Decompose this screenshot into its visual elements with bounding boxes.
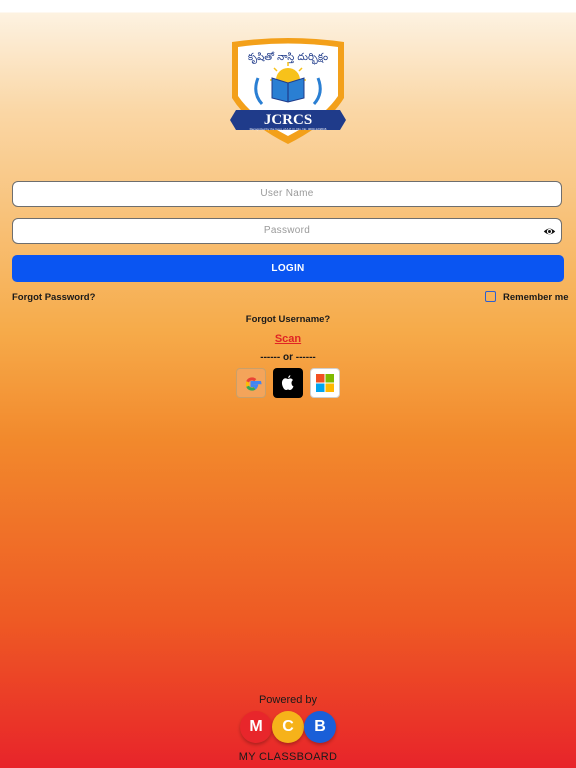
apple-icon bbox=[281, 375, 294, 390]
microsoft-signin-button[interactable] bbox=[310, 368, 340, 398]
show-password-eye-icon[interactable] bbox=[543, 225, 556, 238]
forgot-username-link[interactable]: Forgot Username? bbox=[0, 314, 576, 325]
logo-subtitle: Recognized by the Govt. of A.P. D. Dis. … bbox=[250, 127, 327, 131]
school-logo: కృషితో నాస్తి దుర్భిక్షం JCRCS Recognize… bbox=[228, 38, 348, 146]
login-button[interactable]: LOGIN bbox=[12, 255, 564, 282]
password-input[interactable]: Password bbox=[12, 218, 562, 244]
powered-by-label: Powered by bbox=[258, 694, 318, 706]
google-icon bbox=[245, 377, 262, 391]
brand-name: MY CLASSBOARD bbox=[238, 751, 338, 763]
microsoft-icon bbox=[316, 374, 334, 392]
or-divider: ------ or ------ bbox=[260, 352, 316, 363]
logo-letter-m: M bbox=[240, 711, 272, 743]
google-signin-button[interactable] bbox=[236, 368, 266, 398]
forgot-password-link[interactable]: Forgot Password? bbox=[12, 292, 95, 303]
password-placeholder: Password bbox=[263, 225, 311, 236]
logo-letter-b: B bbox=[304, 711, 336, 743]
logo-letter-c: C bbox=[272, 711, 304, 743]
username-input[interactable]: User Name bbox=[12, 181, 562, 207]
username-placeholder: User Name bbox=[260, 188, 314, 199]
logo-title: JCRCS bbox=[264, 112, 312, 128]
apple-signin-button[interactable] bbox=[273, 368, 303, 398]
remember-me-checkbox[interactable] bbox=[485, 291, 496, 302]
remember-me-label[interactable]: Remember me bbox=[503, 292, 568, 303]
scan-link[interactable]: Scan bbox=[0, 333, 576, 345]
